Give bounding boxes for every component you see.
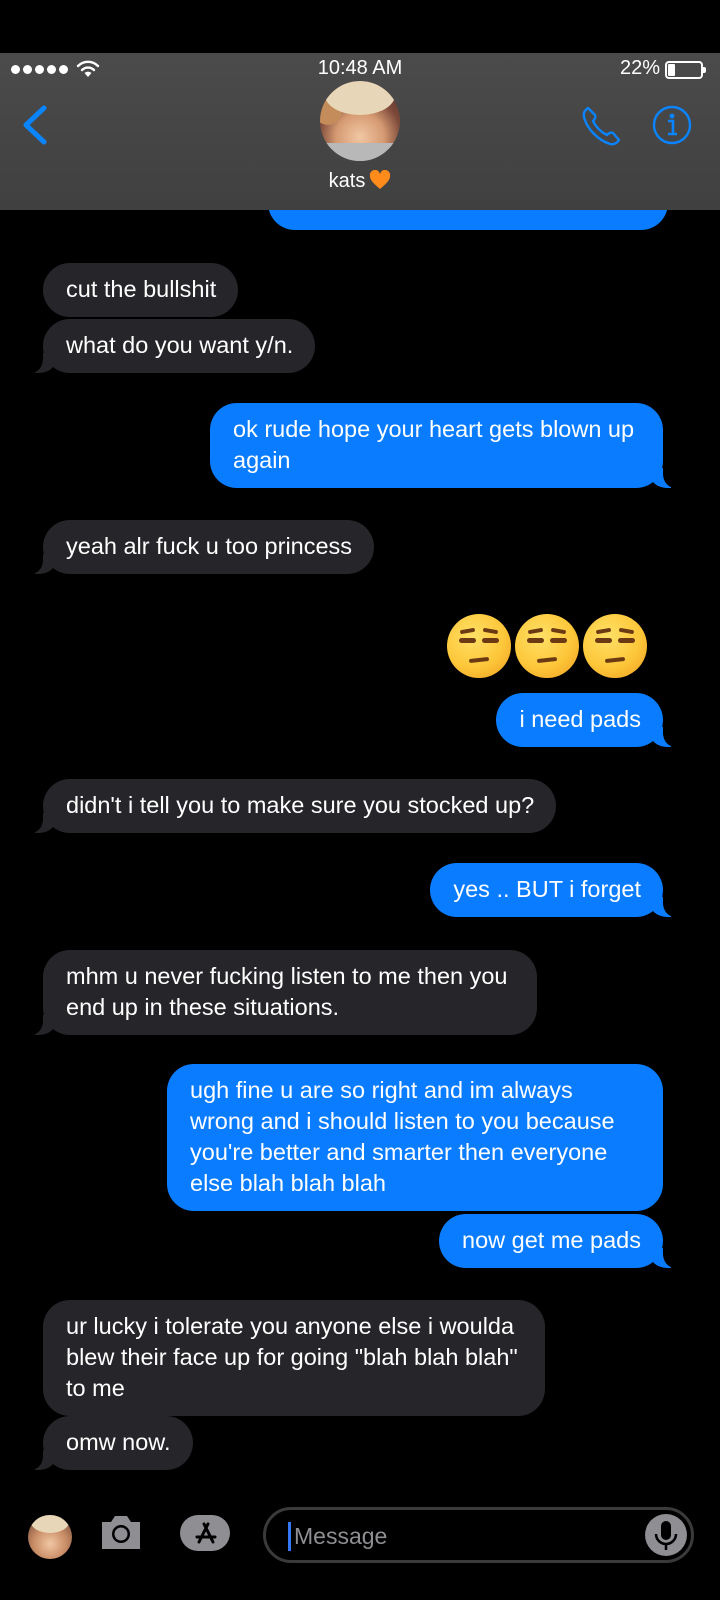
orange-heart-icon [370, 170, 391, 189]
incoming-message[interactable]: mhm u never fucking listen to me then yo… [29, 950, 537, 1035]
incoming-message[interactable]: what do you want y/n. [28, 319, 316, 373]
microphone-icon[interactable] [645, 1514, 687, 1556]
message-input[interactable]: Message [263, 1507, 694, 1563]
unamused-face-emoji [515, 614, 579, 678]
unamused-face-emoji [583, 614, 647, 678]
message-placeholder: Message [294, 1523, 388, 1549]
phone-icon[interactable] [580, 104, 624, 148]
outgoing-message[interactable]: yes .. BUT i forget [430, 863, 677, 917]
message-input-bar: Message [0, 1500, 720, 1600]
outgoing-message[interactable]: ok rude hope your heart gets blown up ag… [210, 403, 677, 488]
chevron-left-icon[interactable] [20, 105, 50, 145]
incoming-message[interactable]: omw now. [29, 1416, 193, 1470]
unamused-face-emoji [447, 614, 511, 678]
conversation-header: 10:48 AM 22% kats [0, 53, 720, 210]
incoming-message[interactable]: ur lucky i tolerate you anyone else i wo… [43, 1300, 545, 1416]
status-bar-background [0, 0, 720, 53]
incoming-message[interactable]: cut the bullshit [43, 263, 239, 317]
memoji-avatar-button[interactable] [28, 1515, 72, 1559]
outgoing-message[interactable]: i need pads [496, 693, 677, 747]
incoming-message[interactable]: didn't i tell you to make sure you stock… [28, 779, 557, 833]
battery-percent: 22% [619, 57, 660, 79]
battery-icon [665, 61, 706, 79]
emoji-message[interactable] [447, 614, 647, 678]
message-thread: boyfriend i aquire your assistance cut t… [0, 0, 720, 1600]
outgoing-message[interactable]: ugh fine u are so right and im always wr… [167, 1064, 663, 1211]
camera-icon[interactable] [98, 1512, 144, 1552]
contact-avatar[interactable] [320, 81, 400, 161]
contact-name[interactable]: kats [0, 170, 720, 193]
incoming-message[interactable]: yeah alr fuck u too princess [28, 520, 375, 574]
app-store-icon[interactable] [179, 1513, 233, 1553]
info-icon[interactable] [652, 105, 692, 145]
status-time: 10:48 AM [317, 57, 403, 79]
outgoing-message[interactable]: now get me pads [439, 1214, 677, 1268]
text-caret [288, 1522, 291, 1551]
